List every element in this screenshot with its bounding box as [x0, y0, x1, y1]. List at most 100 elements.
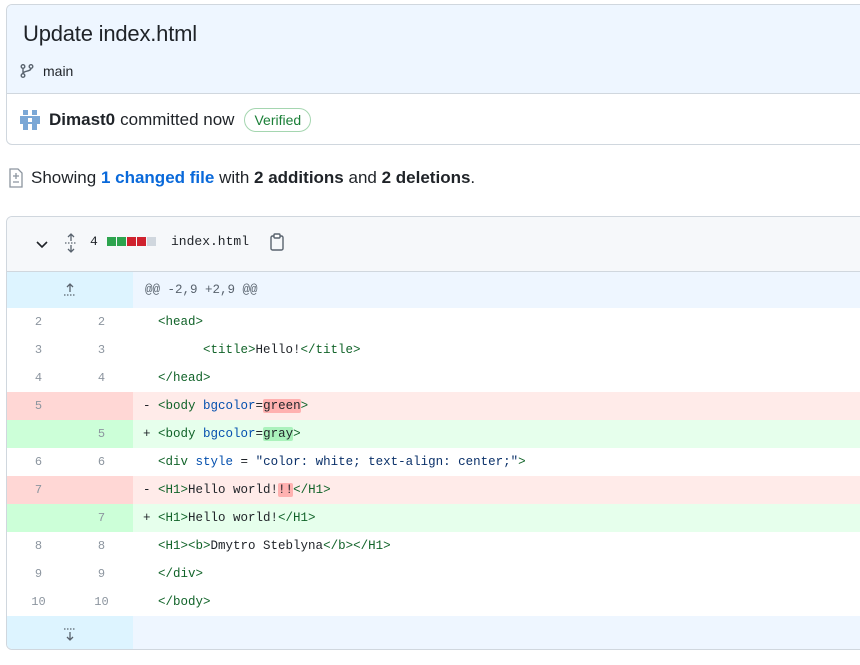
code-token: <head>: [158, 315, 204, 329]
addition-line: 7 + <H1>Hello world!</H1>: [7, 504, 860, 532]
code-token: +: [143, 427, 159, 441]
line-code: + <body bgcolor=gray>: [133, 420, 860, 448]
new-line-number[interactable]: 3: [70, 336, 133, 364]
file-name[interactable]: index.html: [171, 234, 249, 249]
new-line-number[interactable]: [70, 392, 133, 420]
line-code: <div style = "color: white; text-align: …: [133, 448, 860, 476]
copy-icon[interactable]: [269, 233, 285, 251]
code-token: </title>: [300, 343, 361, 357]
code-token: -: [143, 483, 159, 497]
code-token: =: [233, 455, 256, 469]
old-line-number[interactable]: 9: [7, 560, 70, 588]
user-avatar-icon[interactable]: [19, 109, 41, 131]
commit-meta: Dimast0 committed now Verified: [19, 106, 312, 134]
code-token: </H1>: [293, 483, 331, 497]
line-code: + <H1>Hello world!</H1>: [133, 504, 860, 532]
diffstat-square-add: [117, 237, 126, 246]
summary-showing: Showing: [31, 168, 97, 187]
code-token: Hello world!: [188, 483, 279, 497]
hunk-header: @@ -2,9 +2,9 @@: [133, 272, 860, 308]
new-line-number[interactable]: 10: [70, 588, 133, 616]
line-code: </div>: [133, 560, 860, 588]
git-branch-icon: [20, 64, 34, 78]
code-token: bgcolor: [203, 399, 256, 413]
line-code: <H1><b>Dmytro Steblyna</b></H1>: [133, 532, 860, 560]
diffstat-square-del: [127, 237, 136, 246]
new-line-number[interactable]: 7: [70, 504, 133, 532]
old-line-number[interactable]: [7, 504, 70, 532]
context-line: 66 <div style = "color: white; text-alig…: [7, 448, 860, 476]
old-line-number[interactable]: 3: [7, 336, 70, 364]
new-line-number[interactable]: [70, 476, 133, 504]
context-line: 99 </div>: [7, 560, 860, 588]
changed-files-link[interactable]: 1 changed file: [101, 168, 214, 188]
old-line-number[interactable]: 4: [7, 364, 70, 392]
code-token: <div: [158, 455, 196, 469]
context-line: 44 </head>: [7, 364, 860, 392]
code-token: =: [255, 427, 264, 441]
verified-badge[interactable]: Verified: [244, 108, 312, 132]
new-line-number[interactable]: 8: [70, 532, 133, 560]
branch-label[interactable]: main: [19, 63, 73, 79]
new-line-number[interactable]: 9: [70, 560, 133, 588]
commit-author[interactable]: Dimast0: [49, 110, 115, 130]
old-line-number[interactable]: 8: [7, 532, 70, 560]
new-line-number[interactable]: 2: [70, 308, 133, 336]
unfold-icon[interactable]: [63, 233, 79, 253]
deletion-line: 7 - <H1>Hello world!!!</H1>: [7, 476, 860, 504]
hunk-header-row: @@ -2,9 +2,9 @@: [7, 272, 860, 308]
code-token: -: [143, 399, 159, 413]
expand-footer-row: [7, 616, 860, 649]
line-code: - <H1>Hello world!!!</H1>: [133, 476, 860, 504]
new-line-number[interactable]: 6: [70, 448, 133, 476]
chevron-down-icon[interactable]: [35, 237, 49, 251]
old-line-number[interactable]: 5: [7, 392, 70, 420]
addition-line: 5 + <body bgcolor=gray>: [7, 420, 860, 448]
code-token: </body>: [158, 595, 211, 609]
code-token: </b></H1>: [323, 539, 391, 553]
expand-up-button[interactable]: [7, 272, 133, 308]
additions-count: 2 additions: [254, 168, 344, 187]
code-token: </head>: [158, 371, 211, 385]
code-token: <body: [158, 427, 204, 441]
code-token: <title>: [203, 343, 256, 357]
fold-up-icon: [64, 283, 76, 296]
code-token: +: [143, 511, 159, 525]
code-token: "color: white; text-align: center;": [255, 455, 519, 469]
code-token: =: [255, 399, 264, 413]
code-token: green: [263, 399, 301, 413]
new-line-number[interactable]: 5: [70, 420, 133, 448]
old-line-number[interactable]: 10: [7, 588, 70, 616]
file-diff-header: 4 index.html: [7, 217, 860, 272]
expand-down-button[interactable]: [7, 616, 133, 649]
context-line: 10 10 </body>: [7, 588, 860, 616]
commit-time: committed now: [120, 110, 235, 129]
code-token: <H1><b>: [158, 539, 211, 553]
context-line: 22 <head>: [7, 308, 860, 336]
old-line-number[interactable]: 6: [7, 448, 70, 476]
code-token: bgcolor: [203, 427, 256, 441]
code-token: Hello world!: [188, 511, 279, 525]
old-line-number[interactable]: [7, 420, 70, 448]
change-count: 4: [90, 234, 98, 249]
old-line-number[interactable]: 7: [7, 476, 70, 504]
code-token: style: [195, 455, 234, 469]
line-code: <title>Hello!</title>: [133, 336, 860, 364]
diff-lines: @@ -2,9 +2,9 @@ 22 <head> 3 3 <title>Hello…: [7, 272, 860, 649]
code-token: </H1>: [278, 511, 316, 525]
branch-name[interactable]: main: [43, 63, 73, 79]
code-token: >: [293, 427, 301, 441]
file-diff-icon: [9, 168, 23, 188]
code-token: !!: [278, 483, 294, 497]
code-token: <body: [158, 399, 204, 413]
file-diff: 4 index.html @@ -2,9 +2,9 @@ 22 <head> 3 3…: [6, 216, 860, 650]
new-line-number[interactable]: 4: [70, 364, 133, 392]
commit-title: Update index.html: [23, 21, 197, 46]
old-line-number[interactable]: 2: [7, 308, 70, 336]
diffstat-bar: [107, 237, 156, 246]
diffstat-square-del: [137, 237, 146, 246]
diffstat-square-neutral: [147, 237, 156, 246]
code-token: gray: [263, 427, 294, 441]
